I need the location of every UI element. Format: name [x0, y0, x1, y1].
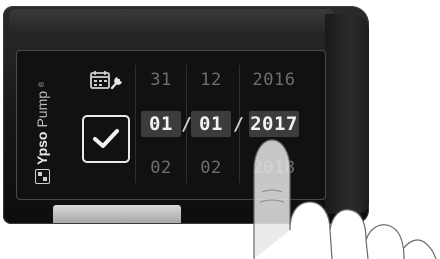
device-bottom-slot [53, 205, 181, 223]
month-current[interactable]: 01 [191, 111, 231, 137]
confirm-button[interactable] [82, 115, 130, 163]
day-next[interactable]: 02 [141, 155, 181, 181]
pointing-finger-illustration [253, 139, 437, 259]
brand-registered-mark: ® [38, 81, 46, 87]
checkmark-icon [93, 129, 119, 148]
column-divider [135, 65, 136, 183]
brand-logo: Ypso Pump ® [32, 66, 52, 184]
device-top-band [9, 9, 334, 37]
day-current[interactable]: 01 [141, 111, 181, 137]
brand-name-light: Pump [34, 90, 50, 128]
calendar-wrench-icon [90, 71, 122, 90]
month-prev[interactable]: 12 [191, 67, 231, 93]
brand-badge-icon [34, 169, 50, 184]
day-prev[interactable]: 31 [141, 67, 181, 93]
month-picker[interactable]: 12 01 02 [191, 67, 231, 181]
brand-name-strong: Ypso [34, 131, 50, 165]
day-picker[interactable]: 31 01 02 [141, 67, 181, 181]
year-prev[interactable]: 2016 [249, 67, 299, 93]
month-next[interactable]: 02 [191, 155, 231, 181]
